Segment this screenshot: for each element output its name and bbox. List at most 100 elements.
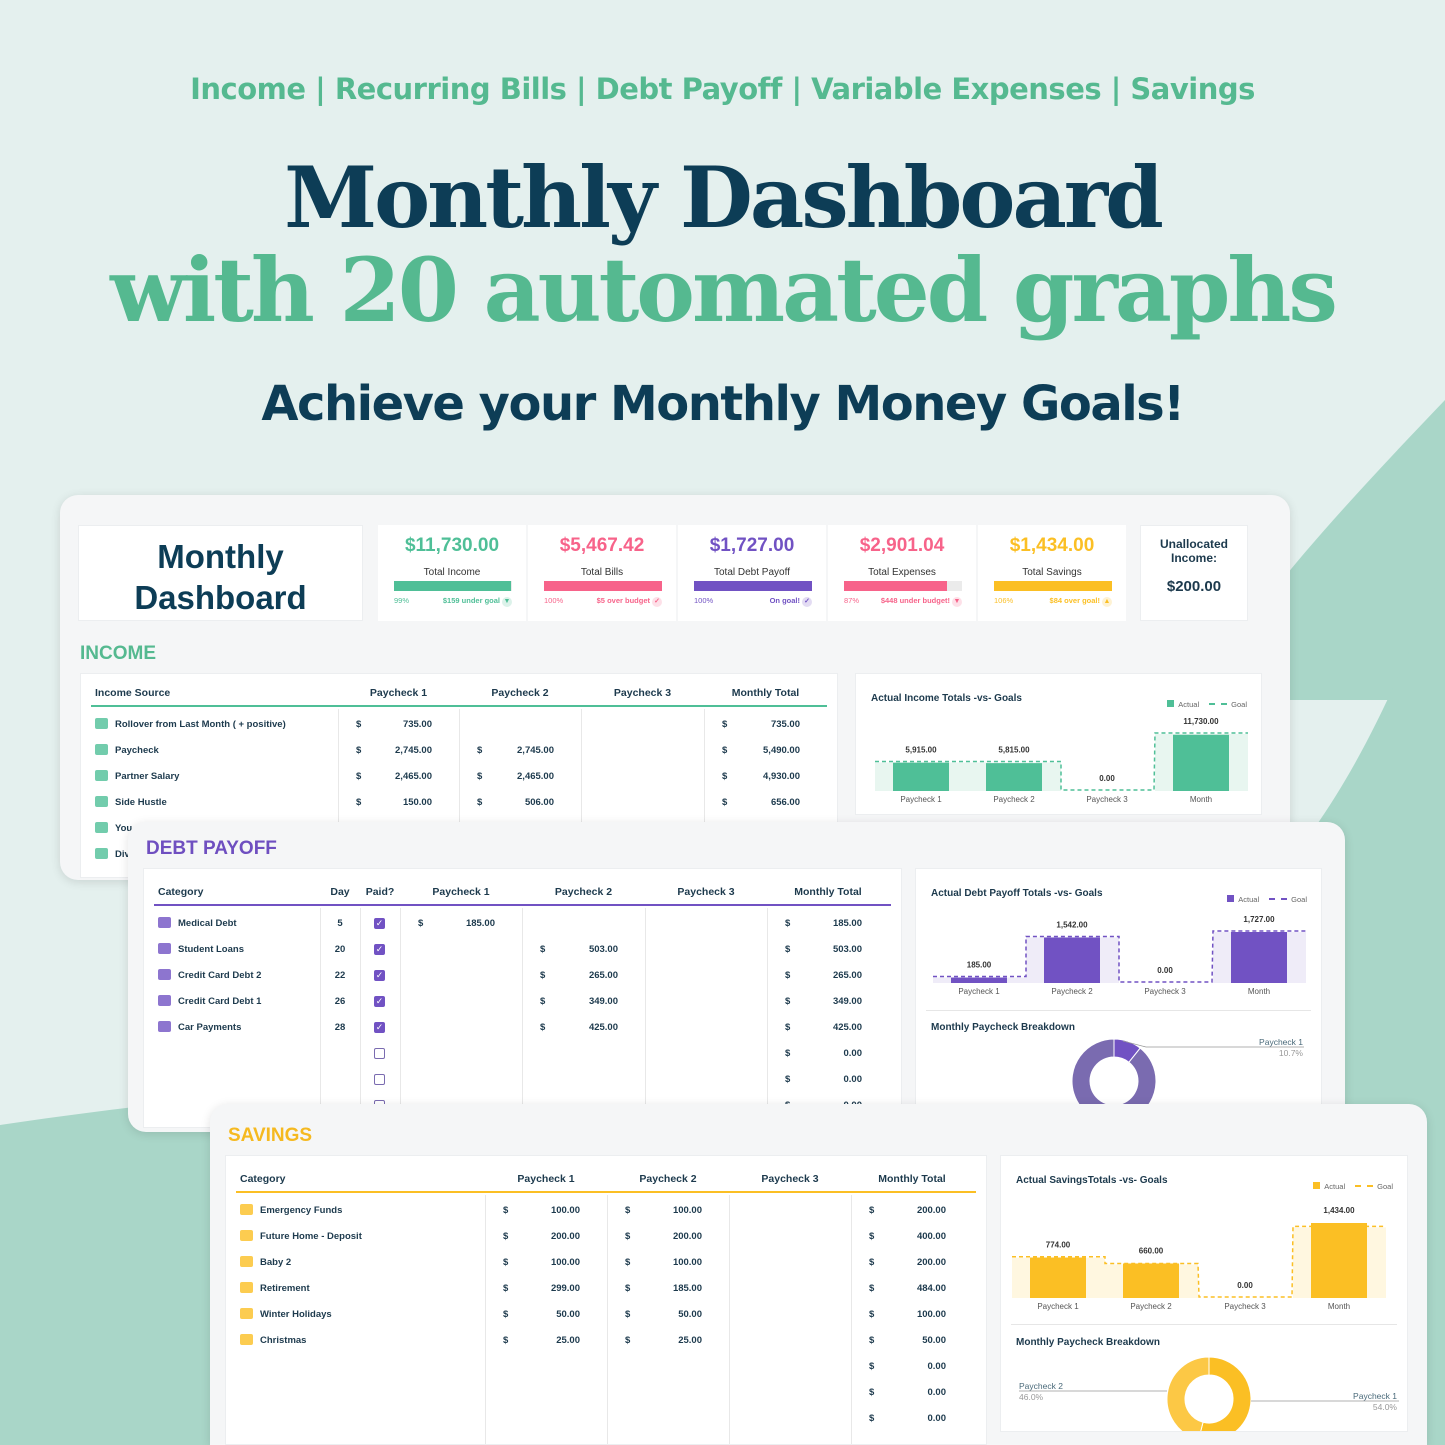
donut-percent: 10.7% [1278,1048,1303,1058]
debt-section-title: DEBT PAYOFF [146,838,277,859]
rollover-icon [95,718,108,729]
kpi-status: $84 over goal! ▲ [1050,596,1112,607]
amount-p2: 2,465.00 [517,771,554,782]
amount-total: 265.00 [832,970,862,981]
briefcase-icon [95,770,108,781]
row-label: Baby 2 [260,1257,292,1268]
savings-panel: SAVINGS Category Paycheck 1 Paycheck 2 Payc… [210,1104,1427,1445]
graduation-icon [158,943,171,954]
hero-subtitle: Achieve your Monthly Money Goals! [261,376,1185,432]
kpi-value: $11,730.00 [404,535,500,556]
amount-total: 349.00 [832,996,862,1007]
kpi-progress-fill [694,581,812,591]
row-label: Emergency Funds [260,1205,343,1216]
paid-checkbox[interactable] [374,1074,385,1085]
kpi-progress-fill [994,581,1112,591]
paid-checkbox[interactable] [374,1048,385,1059]
actual-bar [1123,1263,1179,1298]
row-day: 26 [334,996,346,1007]
paid-checkbox[interactable]: ✓ [374,996,385,1007]
kpi-status: On goal! ✓ [770,596,812,607]
column-header: Paycheck 1 [432,886,490,898]
donut-percent: 46.0% [1019,1392,1044,1402]
unallocated-label: Unallocated Income: [1159,537,1228,565]
hero-title: Monthly Dashboard [284,148,1164,247]
pie-icon [95,848,108,859]
category-label: Month [1328,1302,1350,1311]
kpi-progress-bar [844,581,962,591]
amount-total: 0.00 [843,1074,863,1085]
data-label: 0.00 [1237,1281,1253,1290]
kpi-label: Total Income [423,567,481,578]
amount-total: 656.00 [770,797,800,808]
row-label: Retirement [260,1283,310,1294]
category-label: Paycheck 3 [1086,795,1128,804]
kpi-label: Total Bills [580,567,624,578]
money-bag-icon [240,1282,253,1293]
column-divider [360,908,361,1127]
amount-p1: 2,745.00 [395,745,432,756]
kpi-status-text: On goal! [769,596,800,605]
data-label: 1,542.00 [1056,920,1088,929]
row-label: Credit Card Debt 2 [178,970,262,981]
bar-chart-plot: 5,915.00 Paycheck 1 5,815.00 Paycheck 2 0.00… [875,717,1248,804]
column-divider [767,908,768,1127]
amount-total: 4,930.00 [763,771,800,782]
savings-section-title: SAVINGS [228,1125,313,1146]
kpi-card: $2,901.04 Total Expenses 87% $448 under bud… [828,525,976,621]
kpi-status-text: $5 over budget [596,596,650,605]
hero-canvas: Income | Recurring Bills | Debt Payoff |… [0,0,1445,1445]
column-divider [522,908,523,1127]
donut-title: Monthly Paycheck Breakdown [931,1022,1075,1033]
column-header: Category [240,1173,286,1185]
kpi-status-text: $159 under goal [442,596,500,605]
row-label: Future Home - Deposit [260,1231,362,1242]
debt-panel: DEBT PAYOFF Category Day Paid? Paycheck 1 Pa… [128,822,1345,1132]
row-label: Winter Holidays [260,1309,332,1320]
row-day: 28 [334,1022,346,1033]
row-label: Paycheck [115,745,159,756]
row-label: Car Payments [178,1022,242,1033]
data-label: 5,815.00 [998,746,1030,755]
category-label: Paycheck 1 [900,795,942,804]
paid-checkbox[interactable]: ✓ [374,970,385,981]
kpi-status: $159 under goal ▼ [443,596,512,607]
amount-p1: 150.00 [402,797,432,808]
row-label: Credit Card Debt 1 [178,996,262,1007]
heart-icon [158,917,171,928]
paid-checkbox[interactable]: ✓ [374,1022,385,1033]
amount-p1: 200.00 [550,1231,580,1242]
paid-checkbox[interactable]: ✓ [374,918,385,929]
car-icon [158,1021,171,1032]
amount-total: 503.00 [832,944,862,955]
kpi-label: Total Expenses [868,567,936,578]
check-icon: ✓ [652,597,662,607]
amount-p2: 25.00 [678,1335,702,1346]
amount-total: 425.00 [832,1022,862,1033]
kpi-progress-fill [844,581,947,591]
amount-total: 0.00 [843,1048,863,1059]
row-label: Christmas [260,1335,307,1346]
paid-checkbox[interactable]: ✓ [374,944,385,955]
kpi-value: $1,727.00 [709,535,795,556]
kpi-card: $11,730.00 Total Income 99% $159 under goal… [378,525,526,621]
credit-card-icon [158,995,171,1006]
amount-total: 200.00 [916,1257,946,1268]
column-header: Paid? [365,886,395,898]
amount-p2: 265.00 [588,970,618,981]
kpi-label: Total Savings [1022,567,1082,578]
data-label: 1,727.00 [1243,915,1275,924]
kpi-card: $1,434.00 Total Savings 106% $84 over goal!… [978,525,1126,621]
amount-total: 400.00 [916,1231,946,1242]
donut-label: Paycheck 1 [1353,1391,1397,1401]
amount-p2: 200.00 [672,1231,702,1242]
hero-title-accent: with 20 automated graphs [110,238,1338,342]
chart-divider [1011,1324,1397,1325]
column-header: Paycheck 3 [761,1173,819,1185]
amount-total: 100.00 [916,1309,946,1320]
triangle-down-icon: ▼ [952,597,962,607]
category-label: Paycheck 2 [993,795,1035,804]
column-header: Monthly Total [731,687,800,699]
amount-p2: 503.00 [588,944,618,955]
kpi-percent: 87% [844,596,860,605]
